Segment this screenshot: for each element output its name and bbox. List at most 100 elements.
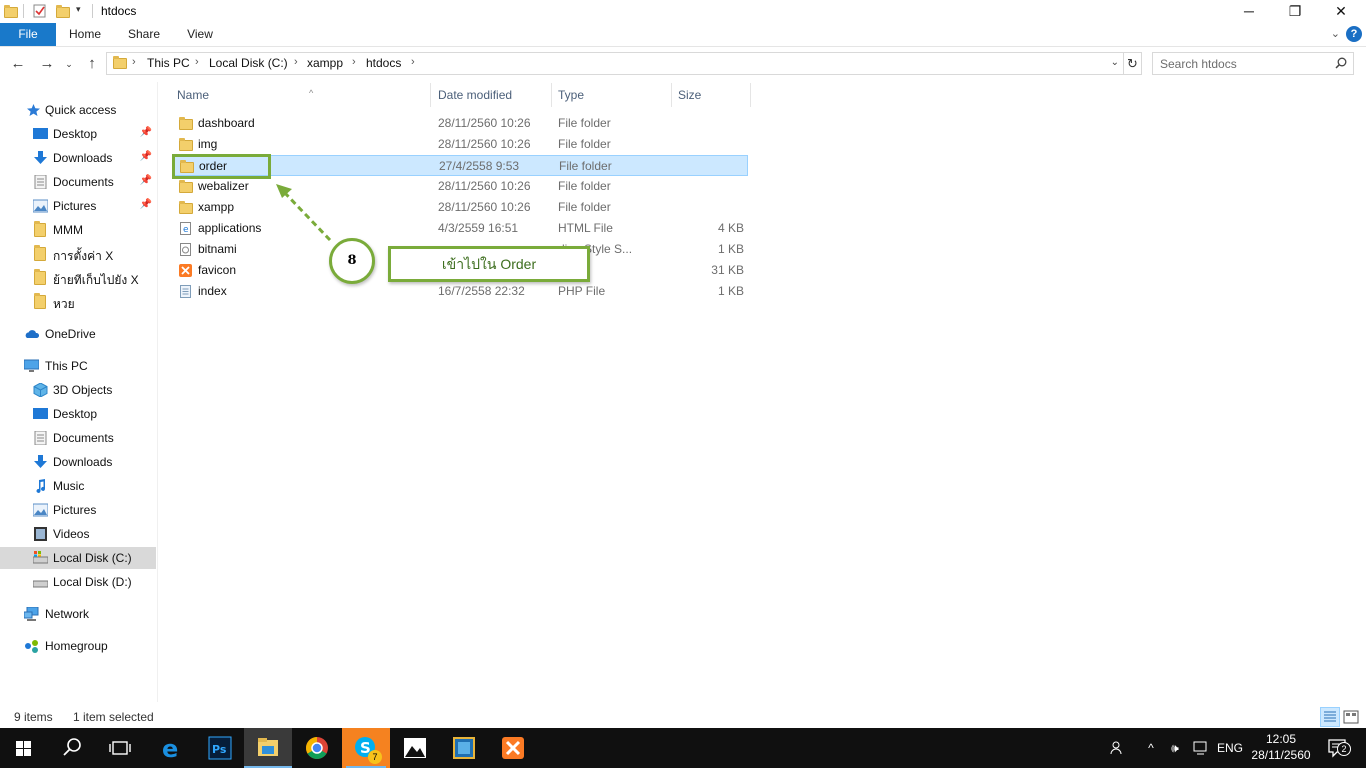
- taskbar-search-button[interactable]: [48, 728, 96, 768]
- details-view-button[interactable]: [1320, 707, 1340, 727]
- sidebar-item-local-disk-c[interactable]: Local Disk (C:): [0, 547, 156, 569]
- sidebar-item-homegroup[interactable]: Homegroup: [0, 635, 156, 657]
- search-input[interactable]: [1153, 53, 1333, 74]
- pin-icon[interactable]: 📌: [140, 175, 152, 186]
- search-icon[interactable]: [1335, 57, 1347, 69]
- sidebar-item-3d-objects[interactable]: 3D Objects: [0, 379, 156, 401]
- tab-home[interactable]: Home: [62, 23, 108, 46]
- taskbar-chrome[interactable]: [293, 728, 341, 768]
- recent-locations-button[interactable]: ⌄: [62, 54, 76, 74]
- clock-date: 28/11/2560: [1251, 748, 1311, 762]
- file-name: xampp: [198, 200, 235, 214]
- homegroup-icon: [25, 640, 38, 653]
- help-icon[interactable]: ?: [1346, 26, 1362, 42]
- input-language[interactable]: ENG: [1214, 728, 1246, 768]
- file-date: 28/11/2560 10:26: [438, 179, 531, 193]
- column-header-name[interactable]: Name ^: [171, 83, 431, 107]
- sidebar-item-network[interactable]: Network: [0, 603, 156, 625]
- skype-badge: 7: [368, 750, 382, 764]
- address-bar[interactable]: › This PC › Local Disk (C:) › xampp › ht…: [106, 52, 1124, 75]
- breadcrumb-this-pc[interactable]: This PC: [147, 56, 190, 70]
- large-icons-view-icon[interactable]: [1343, 709, 1359, 725]
- sidebar-item-onedrive[interactable]: OneDrive: [0, 323, 156, 345]
- file-name: applications: [198, 221, 262, 235]
- sidebar-item-settings-x[interactable]: การตั้งค่า X: [0, 243, 156, 265]
- forward-button[interactable]: →: [37, 54, 57, 74]
- customize-toolbar-icon[interactable]: ▾: [76, 4, 81, 15]
- column-header-date[interactable]: Date modified: [432, 83, 552, 107]
- taskbar-skype[interactable]: S 7: [342, 728, 390, 768]
- search-box[interactable]: [1152, 52, 1354, 75]
- maximize-button[interactable]: ❐: [1272, 0, 1318, 23]
- breadcrumb-separator[interactable]: ›: [294, 56, 298, 68]
- network-tray-icon[interactable]: [1190, 728, 1212, 768]
- start-button[interactable]: [0, 728, 48, 768]
- sidebar-item-label: Videos: [53, 527, 90, 541]
- tab-share[interactable]: Share: [122, 23, 166, 46]
- breadcrumb-htdocs[interactable]: htdocs: [366, 56, 401, 70]
- show-hidden-icons-button[interactable]: ^: [1142, 728, 1160, 768]
- file-row-img[interactable]: img 28/11/2560 10:26 File folder: [173, 134, 748, 155]
- file-row-webalizer[interactable]: webalizer 28/11/2560 10:26 File folder: [173, 176, 748, 197]
- taskbar-xampp[interactable]: [489, 728, 537, 768]
- sidebar-item-music[interactable]: Music: [0, 475, 156, 497]
- volume-icon[interactable]: 🕪: [1163, 728, 1187, 768]
- file-size: 4 KB: [717, 221, 744, 235]
- pin-icon[interactable]: 📌: [140, 151, 152, 162]
- taskbar-edge[interactable]: e: [147, 728, 195, 768]
- properties-icon[interactable]: [33, 4, 47, 18]
- new-folder-icon[interactable]: [56, 4, 70, 18]
- tab-view[interactable]: View: [180, 23, 220, 46]
- breadcrumb-separator[interactable]: ›: [411, 56, 415, 68]
- breadcrumb-separator[interactable]: ›: [195, 56, 199, 68]
- file-row-applications[interactable]: e applications 4/3/2559 16:51 HTML File …: [173, 218, 748, 239]
- up-button[interactable]: ↑: [82, 54, 102, 74]
- taskbar-photoshop[interactable]: Ps: [196, 728, 244, 768]
- taskbar-photos[interactable]: [391, 728, 439, 768]
- sidebar-item-downloads[interactable]: Downloads 📌: [0, 147, 156, 169]
- breadcrumb-separator[interactable]: ›: [132, 56, 136, 68]
- svg-text:e: e: [162, 735, 178, 763]
- sidebar-item-label: Local Disk (C:): [53, 551, 132, 565]
- close-button[interactable]: ✕: [1318, 0, 1364, 23]
- people-icon[interactable]: [1105, 728, 1131, 768]
- sidebar-item-huay[interactable]: หวย: [0, 291, 156, 313]
- sidebar-item-move-x[interactable]: ย้ายทีเก็บไปยัง X: [0, 267, 156, 289]
- taskbar-virtualbox[interactable]: [440, 728, 488, 768]
- pin-icon[interactable]: 📌: [140, 199, 152, 210]
- breadcrumb-xampp[interactable]: xampp: [307, 56, 343, 70]
- taskbar-file-explorer[interactable]: [244, 728, 292, 768]
- refresh-button[interactable]: ↻: [1124, 52, 1142, 75]
- sidebar-item-documents[interactable]: Documents 📌: [0, 171, 156, 193]
- pin-icon[interactable]: 📌: [140, 127, 152, 138]
- minimize-button[interactable]: ─: [1226, 0, 1272, 23]
- sidebar-item-local-disk-d[interactable]: Local Disk (D:): [0, 571, 156, 593]
- sidebar-item-quick-access[interactable]: Quick access: [0, 99, 156, 121]
- file-row-dashboard[interactable]: dashboard 28/11/2560 10:26 File folder: [173, 113, 748, 134]
- sidebar-item-videos[interactable]: Videos: [0, 523, 156, 545]
- file-row-xampp[interactable]: xampp 28/11/2560 10:26 File folder: [173, 197, 748, 218]
- file-type: File folder: [558, 137, 611, 151]
- file-row-index[interactable]: index 16/7/2558 22:32 PHP File 1 KB: [173, 281, 748, 302]
- task-view-button[interactable]: [96, 728, 144, 768]
- sidebar-item-mmm[interactable]: MMM: [0, 219, 156, 241]
- column-header-size[interactable]: Size: [672, 83, 751, 107]
- breadcrumb-local-disk-c[interactable]: Local Disk (C:): [209, 56, 288, 70]
- column-header-type[interactable]: Type: [552, 83, 672, 107]
- sidebar-item-documents-pc[interactable]: Documents: [0, 427, 156, 449]
- back-button[interactable]: ←: [8, 54, 28, 74]
- expand-ribbon-icon[interactable]: ⌄: [1331, 27, 1340, 40]
- annotation-arrow-icon: [276, 184, 332, 242]
- sidebar-item-pictures-pc[interactable]: Pictures: [0, 499, 156, 521]
- address-dropdown-icon[interactable]: ⌄: [1111, 57, 1119, 68]
- taskbar-clock[interactable]: 12:05 28/11/2560: [1248, 731, 1314, 763]
- tab-file[interactable]: File: [0, 23, 56, 46]
- action-center-button[interactable]: 2: [1322, 728, 1352, 768]
- sidebar-item-desktop-pc[interactable]: Desktop: [0, 403, 156, 425]
- breadcrumb-separator[interactable]: ›: [352, 56, 356, 68]
- documents-icon: [34, 175, 47, 189]
- sidebar-item-this-pc[interactable]: This PC: [0, 355, 156, 377]
- sidebar-item-desktop[interactable]: Desktop 📌: [0, 123, 156, 145]
- sidebar-item-pictures[interactable]: Pictures 📌: [0, 195, 156, 217]
- sidebar-item-downloads-pc[interactable]: Downloads: [0, 451, 156, 473]
